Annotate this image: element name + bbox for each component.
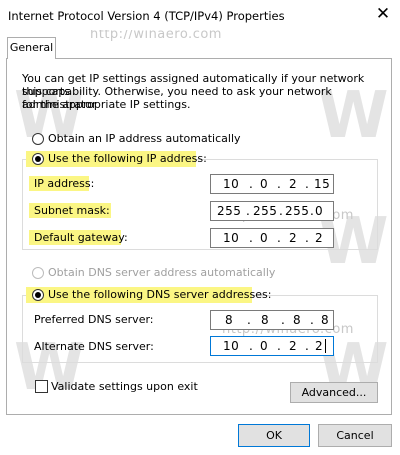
subnet-mask-label: Subnet mask: [34,204,110,217]
ip-octet: 255 [285,204,310,218]
default-gateway-field[interactable]: 10 . 0 . 2 . 2 [210,228,334,248]
ip-octet: 2 [289,177,298,191]
cancel-button-label: Cancel [336,429,374,442]
ip-dot: . [277,231,282,245]
text-cursor [325,339,326,353]
ip-octet: 255 [217,204,242,218]
intro-line: for the appropriate IP settings. [22,98,191,111]
ip-dot: . [249,177,254,191]
ip-octet: 0 [260,231,269,245]
ok-button[interactable]: OK [238,424,310,447]
preferred-dns-label: Preferred DNS server: [34,313,154,326]
ip-dot: . [305,339,310,353]
ip-octet: 0 [260,339,269,353]
ip-octet: 10 [223,231,240,245]
ip-dot: . [249,231,254,245]
ip-address-field[interactable]: 10 . 0 . 2 . 15 [210,174,334,194]
ip-octet: 8 [225,313,234,327]
ip-octet: 2 [315,339,324,353]
ip-octet: 0 [260,177,269,191]
ip-octet: 8 [321,313,330,327]
obtain-dns-auto-radio[interactable] [32,267,44,279]
default-gateway-label: Default gateway: [34,231,128,244]
ip-octet: 2 [289,231,298,245]
ip-octet: 8 [261,313,270,327]
use-following-dns-radio[interactable] [32,289,44,301]
close-icon: ✕ [375,4,391,24]
ip-dot: . [305,177,310,191]
ip-dot: . [247,313,252,327]
ip-octet: 255 [253,204,278,218]
ip-dot: . [277,177,282,191]
use-following-ip-label[interactable]: Use the following IP address: [48,152,207,165]
obtain-ip-auto-radio[interactable] [32,133,44,145]
ip-dot: . [277,339,282,353]
ip-dot: . [246,204,251,218]
tab-general[interactable]: General [7,37,56,59]
ip-dot: . [310,313,315,327]
obtain-ip-auto-label[interactable]: Obtain an IP address automatically [48,132,241,145]
ip-dot: . [249,339,254,353]
alternate-dns-field[interactable]: 10 . 0 . 2 . 2 [210,336,334,356]
ip-dot: . [305,231,310,245]
ip-octet: 10 [223,339,240,353]
subnet-mask-field[interactable]: 255 . 255 . 255 . 0 [210,201,334,221]
window-title: Internet Protocol Version 4 (TCP/IPv4) P… [8,9,285,23]
advanced-button[interactable]: Advanced... [290,382,378,403]
ip-dot: . [279,204,284,218]
validate-checkbox[interactable] [35,380,48,393]
ip-octet: 2 [315,231,324,245]
cancel-button[interactable]: Cancel [318,424,392,447]
validate-label[interactable]: Validate settings upon exit [51,380,198,393]
preferred-dns-field[interactable]: 8 . 8 . 8 . 8 [210,310,334,330]
ip-dot: . [310,204,315,218]
advanced-button-label: Advanced... [301,386,367,399]
ip-octet: 8 [293,313,302,327]
use-following-dns-label[interactable]: Use the following DNS server addresses: [48,288,271,301]
ip-octet: 10 [223,177,240,191]
ip-octet: 0 [315,204,324,218]
use-following-ip-radio[interactable] [32,153,44,165]
ip-address-label: IP address: [34,177,95,190]
ip-dot: . [281,313,286,327]
ok-button-label: OK [266,429,282,442]
ip-octet: 15 [314,177,331,191]
close-button[interactable]: ✕ [368,2,398,28]
obtain-dns-auto-label[interactable]: Obtain DNS server address automatically [48,266,275,279]
alternate-dns-label: Alternate DNS server: [34,340,154,353]
tab-general-label: General [9,41,54,54]
ip-octet: 2 [289,339,298,353]
